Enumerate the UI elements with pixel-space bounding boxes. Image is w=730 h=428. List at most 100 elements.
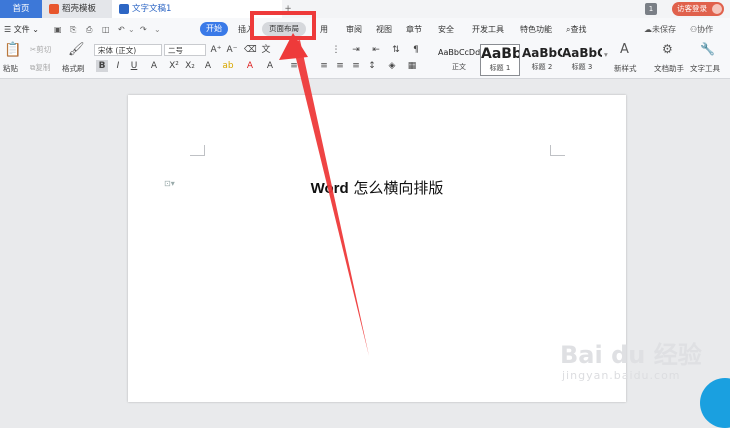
paste-icon[interactable]: 📋	[4, 42, 21, 58]
collaborate-button[interactable]: ⚇协作	[690, 24, 713, 36]
strikethrough-icon[interactable]: A	[148, 60, 160, 72]
text-effect-icon[interactable]: A	[202, 60, 214, 72]
style-heading-3-preview: AaBbC	[562, 46, 602, 60]
style-heading-2-preview: AaBbC	[522, 46, 562, 60]
style-normal-preview: AaBbCcDd	[438, 48, 480, 57]
indent-icon[interactable]: ⇥	[350, 44, 362, 56]
shading-icon[interactable]: ◈	[386, 60, 398, 72]
style-normal-caption: 正文	[452, 63, 466, 71]
more-icon[interactable]: ⌄	[154, 24, 161, 36]
print-icon[interactable]: ⎙	[86, 24, 92, 36]
menu-start[interactable]: 开始	[200, 22, 228, 36]
menu-file[interactable]: ☰ 文件 ⌄	[4, 24, 39, 36]
style-heading-3-caption: 标题 3	[571, 63, 593, 71]
doc-assistant-button[interactable]: 文档助手	[654, 63, 684, 74]
cut-button[interactable]: ✂剪切	[30, 44, 51, 55]
font-name-select[interactable]: 宋体 (正文)	[94, 44, 162, 56]
ribbon-toolbar: 📋 粘贴 ✂剪切 ⧉复制 🖌 格式刷 宋体 (正文) 二号 A⁺ A⁻ ⌫ 文 …	[0, 40, 730, 79]
char-border-icon[interactable]: A	[264, 60, 276, 72]
align-center-icon[interactable]: ≡	[318, 60, 330, 72]
export-icon[interactable]: ⎘	[70, 24, 76, 36]
tab-daoke-template[interactable]: 稻壳模板	[42, 0, 112, 18]
preview-icon[interactable]: ◫	[102, 24, 110, 36]
document-title[interactable]: Word 怎么横向排版	[128, 177, 626, 198]
italic-icon[interactable]: I	[112, 60, 124, 72]
text-tools-icon[interactable]: 🔧	[700, 42, 715, 56]
align-right-icon[interactable]: ≡	[334, 60, 346, 72]
menu-view[interactable]: 视图	[376, 24, 392, 36]
guest-login-label: 访客登录	[677, 4, 707, 13]
subscript-icon[interactable]: X₂	[184, 60, 196, 72]
superscript-icon[interactable]: X²	[168, 60, 180, 72]
outdent-icon[interactable]: ⇤	[370, 44, 382, 56]
copy-label: 复制	[35, 63, 51, 72]
line-spacing-icon[interactable]: ↕	[366, 60, 378, 72]
tab-bar: 首页 稻壳模板 文字文稿1 + 1 访客登录	[0, 0, 730, 19]
redo-icon[interactable]: ↷	[140, 24, 147, 36]
borders-icon[interactable]: ▦	[406, 60, 418, 72]
tab-daoke-label: 稻壳模板	[62, 4, 97, 14]
chevron-down-icon: ⌄	[29, 25, 39, 34]
menu-search[interactable]: ⌕查找	[566, 24, 586, 36]
undo-icon[interactable]: ↶	[118, 24, 125, 36]
watermark-logo: Bai du 经验	[560, 341, 702, 369]
justify-icon[interactable]: ≡	[350, 60, 362, 72]
save-icon[interactable]: ▣	[54, 24, 62, 36]
styles-more-icon[interactable]: ▾	[604, 50, 608, 59]
menu-review[interactable]: 审阅	[346, 24, 362, 36]
paste-button[interactable]: 粘贴	[3, 63, 18, 74]
document-page[interactable]: ⊡▾ Word 怎么横向排版	[128, 95, 626, 402]
avatar-icon	[712, 4, 722, 14]
margin-corner-top-right	[550, 145, 565, 156]
collaborate-label: 协作	[697, 25, 714, 34]
bold-icon[interactable]: B	[96, 60, 108, 72]
font-color-icon[interactable]: A	[244, 60, 256, 72]
new-style-icon[interactable]: A	[620, 42, 629, 57]
numbered-list-icon[interactable]: ⋮	[330, 44, 342, 56]
bullet-list-icon[interactable]: ☰	[288, 44, 300, 56]
menu-search-label: 查找	[570, 25, 587, 34]
menu-reference[interactable]: 用	[320, 24, 328, 36]
menu-features[interactable]: 特色功能	[520, 24, 552, 36]
hamburger-icon: ☰	[4, 25, 14, 34]
shrink-font-icon[interactable]: A⁻	[226, 44, 238, 56]
phonetic-icon[interactable]: 文	[260, 44, 272, 56]
window-count-badge[interactable]: 1	[645, 3, 657, 15]
doc-assistant-icon[interactable]: ⚙	[662, 42, 673, 56]
tab-home[interactable]: 首页	[0, 0, 42, 18]
guest-login-button[interactable]: 访客登录	[672, 2, 724, 16]
style-heading-2-caption: 标题 2	[531, 63, 553, 71]
unsaved-label: 未保存	[652, 25, 676, 34]
document-icon	[119, 4, 129, 14]
menu-security[interactable]: 安全	[438, 24, 454, 36]
watermark-url: jingyan.baidu.com	[562, 369, 681, 382]
font-size-select[interactable]: 二号	[164, 44, 206, 56]
copy-button[interactable]: ⧉复制	[30, 62, 50, 73]
sort-icon[interactable]: ⇅	[390, 44, 402, 56]
style-heading-1[interactable]: AaBb 标题 1	[480, 44, 520, 76]
menu-chapter[interactable]: 章节	[406, 24, 422, 36]
text-tools-button[interactable]: 文字工具	[690, 63, 720, 74]
title-rest: 怎么横向排版	[348, 179, 444, 197]
grow-font-icon[interactable]: A⁺	[210, 44, 222, 56]
style-heading-1-caption: 标题 1	[489, 64, 511, 72]
format-painter-icon[interactable]: 🖌	[68, 42, 85, 57]
menu-dev-tools[interactable]: 开发工具	[472, 24, 504, 36]
style-heading-3[interactable]: AaBbC 标题 3	[562, 44, 602, 76]
cut-label: 剪切	[36, 45, 52, 54]
new-style-button[interactable]: 新样式	[614, 63, 637, 74]
undo-dropdown-icon[interactable]: ⌄	[128, 24, 135, 36]
clear-format-icon[interactable]: ⌫	[244, 44, 257, 56]
unsaved-status[interactable]: ☁未保存	[644, 24, 676, 36]
highlight-box	[250, 11, 316, 40]
underline-icon[interactable]: U	[128, 60, 140, 72]
margin-corner-top-left	[190, 145, 205, 156]
style-heading-2[interactable]: AaBbC 标题 2	[522, 44, 562, 76]
tab-document-label: 文字文稿1	[132, 4, 172, 14]
align-left-icon[interactable]: ≡	[288, 60, 300, 72]
highlight-icon[interactable]: ab	[222, 60, 234, 72]
format-painter-button[interactable]: 格式刷	[62, 63, 85, 74]
style-normal[interactable]: AaBbCcDd 正文	[438, 44, 480, 76]
baidu-watermark: Bai du 经验 jingyan.baidu.com	[560, 335, 710, 395]
show-marks-icon[interactable]: ¶	[410, 44, 422, 56]
